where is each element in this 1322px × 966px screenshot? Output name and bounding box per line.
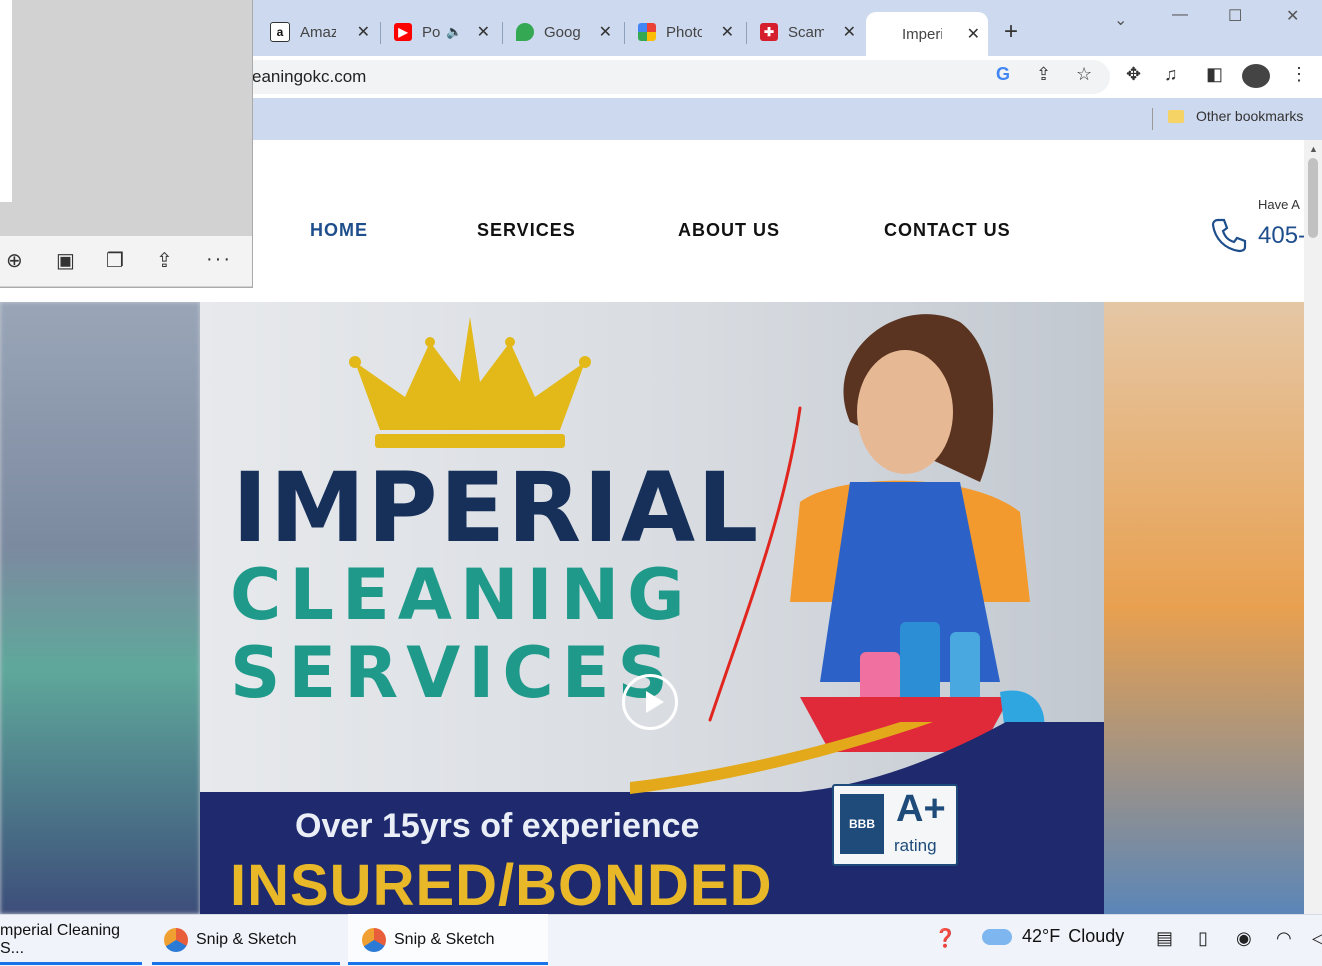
play-video-icon[interactable] <box>622 674 678 730</box>
side-panel-icon[interactable]: ◧ <box>1206 64 1223 85</box>
scroll-up-icon[interactable]: ▲ <box>1309 144 1318 154</box>
profile-avatar[interactable] <box>1242 64 1270 88</box>
tab-google-maps[interactable]: Google Maps ✕ <box>508 12 620 52</box>
crown-icon <box>349 317 591 448</box>
tab-title: Photos <box>666 23 702 41</box>
have-a-question-label: Have A <box>1258 197 1300 212</box>
close-icon[interactable]: ✕ <box>843 22 856 42</box>
share-icon[interactable]: ⇪ <box>1036 64 1051 85</box>
tab-title: Imperial Cleaning Services <box>902 25 942 43</box>
taskbar-snip-sketch-2[interactable]: Snip & Sketch <box>348 914 548 965</box>
youtube-icon: ▶ <box>394 23 412 41</box>
url-text[interactable]: eaningokc.com <box>252 67 366 87</box>
weather-widget[interactable]: 42°F Cloudy <box>982 926 1124 947</box>
amazon-icon: a <box>270 22 290 42</box>
volume-icon[interactable]: ◁ <box>1312 928 1322 949</box>
weather-condition: Cloudy <box>1068 926 1125 946</box>
taskbar-chrome-window[interactable]: mperial Cleaning S... <box>0 914 142 965</box>
nav-services[interactable]: SERVICES <box>477 220 576 241</box>
audio-app-icon[interactable]: ◉ <box>1236 928 1252 949</box>
taskbar-item-label: Snip & Sketch <box>394 930 495 948</box>
google-lens-icon[interactable]: G <box>996 64 1010 85</box>
photos-icon <box>638 23 656 41</box>
tab-title: Podcast <box>422 23 440 41</box>
tab-title: Scams <box>788 23 824 41</box>
save-icon[interactable]: ▣ <box>56 248 75 273</box>
more-options-icon[interactable]: ··· <box>206 248 232 271</box>
scam-site-icon: ✚ <box>760 23 778 41</box>
scroll-thumb[interactable] <box>1308 158 1318 238</box>
nav-contact-us[interactable]: CONTACT US <box>884 220 1011 241</box>
close-icon[interactable]: ✕ <box>967 24 980 44</box>
snip-toolbar: ⊕ ▣ ❐ ⇪ ··· <box>0 236 252 286</box>
nav-home[interactable]: HOME <box>310 220 368 241</box>
bbb-grade: A+ <box>896 788 946 830</box>
tab-title: Amazon <box>300 23 336 41</box>
cloud-icon <box>982 928 1012 945</box>
hero-title-cleaning: CLEANING <box>230 554 693 636</box>
bbb-badge: BBB A+ rating <box>832 784 958 866</box>
extensions-puzzle-icon[interactable]: ✥ <box>1126 64 1141 85</box>
bookmark-star-icon[interactable]: ☆ <box>1076 64 1092 85</box>
site-icon <box>874 25 892 43</box>
insured-bonded-text: INSURED/BONDED <box>230 853 773 914</box>
close-icon[interactable]: ✕ <box>599 22 612 42</box>
experience-text: Over 15yrs of experience <box>295 807 700 845</box>
tab-imperial-active[interactable]: Imperial Cleaning Services ✕ <box>866 12 988 56</box>
maps-icon <box>516 23 534 41</box>
hero-blurred-left <box>0 302 200 914</box>
tab-photos[interactable]: Photos ✕ <box>630 12 742 52</box>
hero-title-imperial: IMPERIAL <box>232 452 761 564</box>
taskbar-item-label: Snip & Sketch <box>196 930 297 948</box>
folder-icon <box>1168 109 1184 123</box>
speaker-icon[interactable]: 🔈 <box>446 24 462 40</box>
tab-scams[interactable]: ✚ Scams ✕ <box>752 12 864 52</box>
other-bookmarks-label: Other bookmarks <box>1196 108 1304 124</box>
phone-number[interactable]: 405- <box>1258 222 1306 250</box>
tab-title: Google Maps <box>544 23 580 41</box>
phone-icon <box>1211 218 1247 253</box>
wifi-icon[interactable]: ◠ <box>1276 928 1292 949</box>
hero-title-services: SERVICES <box>230 632 676 714</box>
minimize-icon[interactable]: — <box>1172 6 1188 24</box>
hero-video[interactable]: IMPERIAL CLEANING SERVICES Over 15yrs of… <box>0 302 1304 914</box>
maximize-icon[interactable]: ☐ <box>1228 6 1242 26</box>
snip-sketch-icon <box>164 927 188 952</box>
media-control-icon[interactable]: ♫ <box>1164 64 1178 85</box>
close-icon[interactable]: ✕ <box>357 22 370 42</box>
bookmark-divider <box>1152 108 1153 130</box>
zoom-in-icon[interactable]: ⊕ <box>6 248 23 273</box>
red-annotation-stroke <box>708 406 802 722</box>
kebab-menu-icon[interactable]: ⋮ <box>1290 64 1308 85</box>
help-icon[interactable]: ❓ <box>934 928 956 949</box>
tab-amazon[interactable]: a Amazon ✕ <box>262 12 378 52</box>
taskbar-item-label: mperial Cleaning S... <box>0 921 121 957</box>
new-tab-plus-icon[interactable]: + <box>1004 18 1018 46</box>
snip-sketch-window: ⊕ ▣ ❐ ⇪ ··· <box>0 0 253 288</box>
hero-poster: IMPERIAL CLEANING SERVICES Over 15yrs of… <box>200 302 1104 914</box>
close-icon[interactable]: ✕ <box>477 22 490 42</box>
other-bookmarks[interactable]: Other bookmarks <box>1168 108 1303 124</box>
nav-about-us[interactable]: ABOUT US <box>678 220 780 241</box>
snip-canvas <box>0 0 12 202</box>
weather-temp: 42°F <box>1022 926 1061 946</box>
tab-podcast[interactable]: ▶ Podcast 🔈 ✕ <box>386 12 498 52</box>
tab-search-chevron-icon[interactable]: ⌄ <box>1114 10 1127 30</box>
snip-sketch-icon <box>362 927 386 952</box>
bbb-rating-label: rating <box>894 836 937 855</box>
copy-icon[interactable]: ❐ <box>106 248 124 273</box>
hero-blurred-right <box>1104 302 1304 914</box>
close-icon[interactable]: ✕ <box>721 22 734 42</box>
bbb-logo-icon: BBB <box>840 794 884 854</box>
usb-drive-icon[interactable]: ▯ <box>1198 928 1208 949</box>
page-scrollbar[interactable]: ▲ <box>1304 140 1322 914</box>
taskbar-snip-sketch-1[interactable]: Snip & Sketch <box>152 914 340 965</box>
meet-now-icon[interactable]: ▤ <box>1156 928 1173 949</box>
share-icon[interactable]: ⇪ <box>156 248 173 273</box>
close-window-icon[interactable]: ✕ <box>1286 6 1299 26</box>
